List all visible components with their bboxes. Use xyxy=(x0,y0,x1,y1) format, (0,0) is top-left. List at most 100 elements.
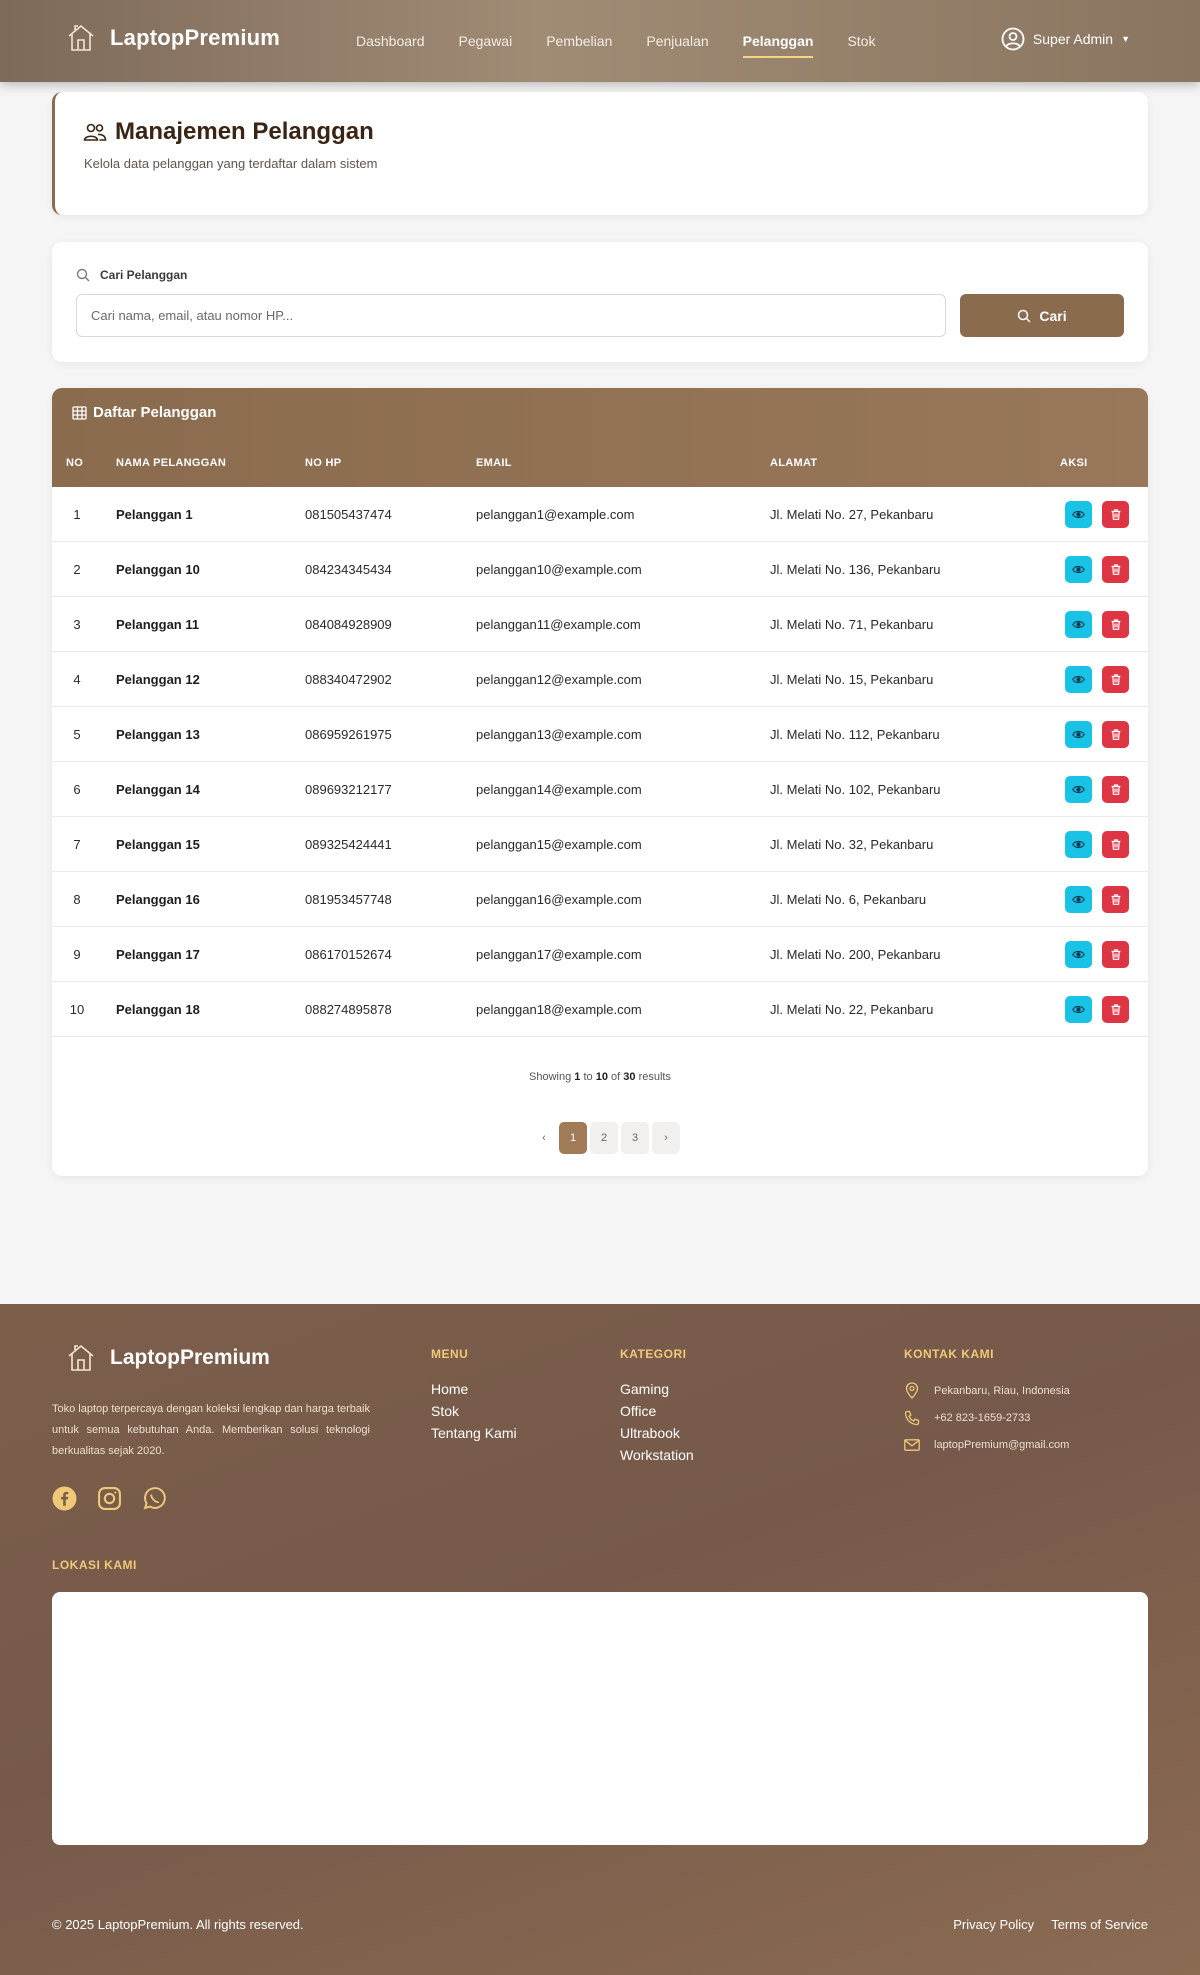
eye-icon xyxy=(1072,785,1085,794)
nav-pembelian[interactable]: Pembelian xyxy=(546,27,612,55)
trash-icon xyxy=(1111,729,1120,740)
delete-button[interactable] xyxy=(1102,721,1129,748)
col-name: NAMA PELANGGAN xyxy=(116,457,227,469)
pagination: ‹ 1 2 3 › xyxy=(532,1122,680,1154)
view-button[interactable] xyxy=(1065,501,1092,528)
eye-icon xyxy=(1072,675,1085,684)
view-button[interactable] xyxy=(1065,996,1092,1023)
table-row: 9 Pelanggan 17 086170152674 pelanggan17@… xyxy=(52,927,1148,982)
house-logo-icon xyxy=(68,1344,94,1371)
page-title: Manajemen Pelanggan xyxy=(83,118,374,146)
view-button[interactable] xyxy=(1065,886,1092,913)
delete-button[interactable] xyxy=(1102,666,1129,693)
cell-email: pelanggan15@example.com xyxy=(476,837,642,852)
cell-email: pelanggan12@example.com xyxy=(476,672,642,687)
next-page-button[interactable]: › xyxy=(652,1122,680,1154)
view-button[interactable] xyxy=(1065,831,1092,858)
trash-icon xyxy=(1111,619,1120,630)
cell-phone: 088340472902 xyxy=(305,672,392,687)
nav-pelanggan[interactable]: Pelanggan xyxy=(742,27,813,58)
search-button[interactable]: Cari xyxy=(960,294,1124,337)
view-button[interactable] xyxy=(1065,941,1092,968)
cell-address: Jl. Melati No. 112, Pekanbaru xyxy=(770,727,940,742)
contact-address: Pekanbaru, Riau, Indonesia xyxy=(904,1377,1070,1404)
table-row: 2 Pelanggan 10 084234345434 pelanggan10@… xyxy=(52,542,1148,597)
view-button[interactable] xyxy=(1065,556,1092,583)
page-subtitle: Kelola data pelanggan yang terdaftar dal… xyxy=(84,156,378,171)
cell-address: Jl. Melati No. 102, Pekanbaru xyxy=(770,782,941,797)
category-ultrabook[interactable]: Ultrabook xyxy=(620,1422,694,1444)
page-1-button[interactable]: 1 xyxy=(559,1122,587,1154)
map-embed[interactable] xyxy=(52,1592,1148,1845)
cell-no: 2 xyxy=(73,562,81,577)
navbar: LaptopPremium Dashboard Pegawai Pembelia… xyxy=(0,0,1200,82)
page-header-card: Manajemen Pelanggan Kelola data pelangga… xyxy=(52,92,1148,215)
delete-button[interactable] xyxy=(1102,611,1129,638)
privacy-policy-link[interactable]: Privacy Policy xyxy=(953,1917,1034,1932)
category-gaming[interactable]: Gaming xyxy=(620,1378,694,1400)
nav-stok[interactable]: Stok xyxy=(847,27,875,55)
contact-phone: +62 823-1659-2733 xyxy=(904,1404,1070,1431)
brand-name: LaptopPremium xyxy=(110,25,281,50)
terms-link[interactable]: Terms of Service xyxy=(1051,1917,1148,1932)
cell-email: pelanggan1@example.com xyxy=(476,507,635,522)
cell-email: pelanggan11@example.com xyxy=(476,617,641,632)
cell-email: pelanggan10@example.com xyxy=(476,562,642,577)
nav-dashboard[interactable]: Dashboard xyxy=(356,27,425,55)
col-address: ALAMAT xyxy=(770,457,818,469)
cell-phone: 084084928909 xyxy=(305,617,392,632)
footer-menu: Home Stok Tentang Kami xyxy=(431,1378,517,1444)
prev-page-button[interactable]: ‹ xyxy=(532,1122,556,1154)
cell-name: Pelanggan 15 xyxy=(116,837,200,852)
eye-icon xyxy=(1072,950,1085,959)
user-circle-icon xyxy=(1001,27,1025,51)
page-3-button[interactable]: 3 xyxy=(621,1122,649,1154)
col-no: NO xyxy=(66,457,84,469)
search-card: Cari Pelanggan Cari xyxy=(52,242,1148,362)
table-body: 1 Pelanggan 1 081505437474 pelanggan1@ex… xyxy=(52,487,1148,1037)
view-button[interactable] xyxy=(1065,666,1092,693)
category-workstation[interactable]: Workstation xyxy=(620,1444,694,1466)
instagram-icon[interactable] xyxy=(97,1486,122,1511)
cell-address: Jl. Melati No. 136, Pekanbaru xyxy=(770,562,941,577)
view-button[interactable] xyxy=(1065,776,1092,803)
footer-link-stok[interactable]: Stok xyxy=(431,1400,517,1422)
delete-button[interactable] xyxy=(1102,556,1129,583)
trash-icon xyxy=(1111,564,1120,575)
delete-button[interactable] xyxy=(1102,501,1129,528)
cell-no: 7 xyxy=(73,837,81,852)
whatsapp-icon[interactable] xyxy=(142,1486,167,1511)
delete-button[interactable] xyxy=(1102,886,1129,913)
table-row: 3 Pelanggan 11 084084928909 pelanggan11@… xyxy=(52,597,1148,652)
facebook-icon[interactable] xyxy=(52,1486,77,1511)
brand[interactable]: LaptopPremium xyxy=(66,22,280,54)
delete-button[interactable] xyxy=(1102,996,1129,1023)
eye-icon xyxy=(1072,565,1085,574)
cell-name: Pelanggan 14 xyxy=(116,782,200,797)
table-row: 7 Pelanggan 15 089325424441 pelanggan15@… xyxy=(52,817,1148,872)
nav-pegawai[interactable]: Pegawai xyxy=(459,27,513,55)
search-input[interactable] xyxy=(76,294,946,337)
user-menu[interactable]: Super Admin ▼ xyxy=(1001,27,1130,51)
cell-phone: 088274895878 xyxy=(305,1002,392,1017)
footer-link-tentang[interactable]: Tentang Kami xyxy=(431,1422,517,1444)
cell-no: 8 xyxy=(73,892,81,907)
eye-icon xyxy=(1072,510,1085,519)
cell-address: Jl. Melati No. 200, Pekanbaru xyxy=(770,947,941,962)
table-row: 6 Pelanggan 14 089693212177 pelanggan14@… xyxy=(52,762,1148,817)
delete-button[interactable] xyxy=(1102,776,1129,803)
footer-brand[interactable]: LaptopPremium xyxy=(66,1342,270,1374)
kontak-title: KONTAK KAMI xyxy=(904,1347,994,1361)
page-2-button[interactable]: 2 xyxy=(590,1122,618,1154)
footer-link-home[interactable]: Home xyxy=(431,1378,517,1400)
cell-phone: 081953457748 xyxy=(305,892,392,907)
cell-name: Pelanggan 17 xyxy=(116,947,200,962)
view-button[interactable] xyxy=(1065,611,1092,638)
view-button[interactable] xyxy=(1065,721,1092,748)
col-email: EMAIL xyxy=(476,457,512,469)
nav-penjualan[interactable]: Penjualan xyxy=(646,27,708,55)
category-office[interactable]: Office xyxy=(620,1400,694,1422)
menu-title: MENU xyxy=(431,1347,469,1361)
delete-button[interactable] xyxy=(1102,831,1129,858)
delete-button[interactable] xyxy=(1102,941,1129,968)
